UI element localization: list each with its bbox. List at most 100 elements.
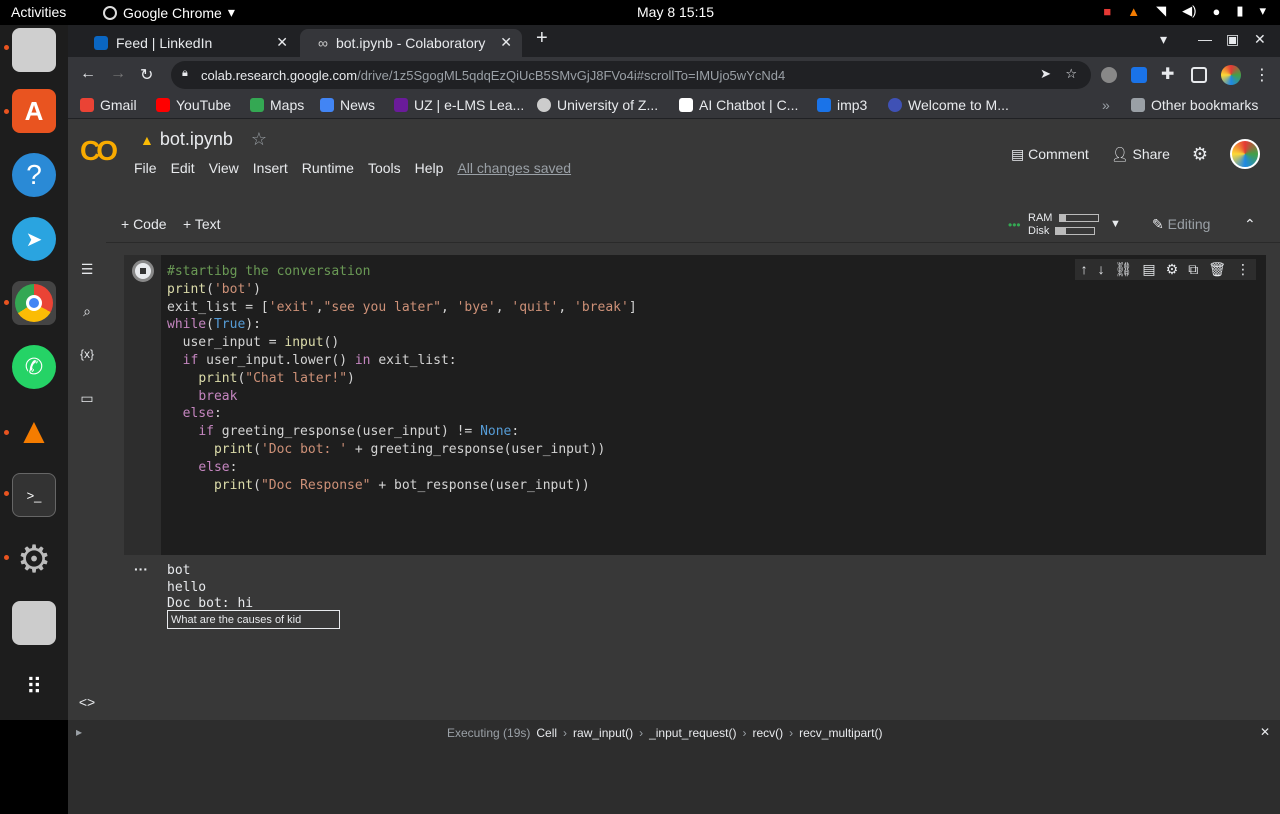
- close-window-button[interactable]: ✕: [1254, 31, 1266, 48]
- menu-edit[interactable]: Edit: [171, 160, 195, 176]
- chrome-dock-icon[interactable]: [12, 281, 56, 325]
- menu-tools[interactable]: Tools: [368, 160, 401, 176]
- folder-icon[interactable]: ▭: [78, 390, 96, 407]
- running-indicator: [4, 45, 9, 50]
- disk-bar: [1055, 227, 1096, 236]
- delete-icon[interactable]: 🗑︎: [1208, 261, 1226, 278]
- execution-status[interactable]: Executing (19s) Cell › raw_input() › _inpu…: [447, 726, 883, 740]
- resource-meter[interactable]: RAM Disk: [1028, 212, 1100, 238]
- comment-button[interactable]: ▤ Comment: [1011, 146, 1089, 163]
- mirror-cell-icon[interactable]: ⧉: [1188, 261, 1198, 278]
- comment-icon[interactable]: ▤: [1142, 261, 1155, 278]
- add-code-button[interactable]: + Code: [121, 216, 167, 232]
- minimize-button[interactable]: —: [1198, 31, 1212, 47]
- help-icon[interactable]: ?: [12, 153, 56, 197]
- lock-icon: 🔒︎: [182, 67, 188, 79]
- side-panel-icon[interactable]: [1191, 67, 1207, 83]
- drive-icon[interactable]: [12, 601, 56, 645]
- files-icon[interactable]: [12, 28, 56, 72]
- bookmark-youtube[interactable]: YouTube: [156, 97, 231, 113]
- bookmark-news[interactable]: News: [320, 97, 375, 113]
- reload-icon[interactable]: ↻: [140, 65, 153, 85]
- bookmark-star-icon[interactable]: ☆: [1065, 66, 1077, 82]
- bookmark-welcome[interactable]: Welcome to M...: [888, 97, 1009, 113]
- extension-icon[interactable]: [1101, 67, 1117, 83]
- code-cell[interactable]: #startibg the conversation print('bot') …: [124, 255, 1266, 555]
- whatsapp-icon[interactable]: ✆: [12, 345, 56, 389]
- settings-gear-icon[interactable]: ⚙: [12, 537, 56, 581]
- output-menu-icon[interactable]: ···: [134, 561, 148, 577]
- software-center-icon[interactable]: A: [12, 89, 56, 133]
- more-menu-icon[interactable]: ⋮: [1254, 65, 1270, 85]
- move-up-icon[interactable]: ↑: [1081, 261, 1088, 278]
- add-text-button[interactable]: + Text: [183, 216, 221, 232]
- link-icon[interactable]: ⛓: [1115, 261, 1133, 278]
- bookmarks-overflow-icon[interactable]: »: [1102, 97, 1110, 113]
- back-arrow-icon[interactable]: ←: [80, 65, 96, 83]
- show-apps-icon[interactable]: ⠿: [12, 665, 56, 709]
- chevron-right-icon: ›: [639, 726, 644, 740]
- menu-runtime[interactable]: Runtime: [302, 160, 354, 176]
- expand-arrow-icon[interactable]: ▸: [76, 725, 82, 739]
- address-bar[interactable]: 🔒︎ colab.research.google.com/drive/1z5Sg…: [171, 61, 1091, 89]
- bookmark-gmail[interactable]: Gmail: [80, 97, 137, 113]
- share-button[interactable]: 👤︎ Share: [1111, 146, 1170, 163]
- close-icon[interactable]: ✕: [500, 34, 512, 51]
- tab-search-icon[interactable]: ▾: [1160, 31, 1167, 48]
- clock[interactable]: May 8 15:15: [637, 4, 714, 20]
- profile-avatar[interactable]: [1221, 65, 1241, 85]
- bookmarks-bar: Gmail YouTube Maps News UZ | e-LMS Lea..…: [68, 93, 1280, 119]
- save-status[interactable]: All changes saved: [457, 160, 571, 176]
- close-icon[interactable]: ✕: [276, 34, 288, 51]
- chevron-up-icon[interactable]: ⌃: [1244, 216, 1256, 233]
- cell-actions: ↑ ↓ ⛓ ▤ ⚙ ⧉ 🗑︎ ⋮: [1074, 259, 1256, 280]
- code-snippets-icon[interactable]: <>: [78, 694, 96, 710]
- menu-file[interactable]: File: [134, 160, 157, 176]
- settings-gear-icon[interactable]: ⚙: [1192, 144, 1208, 165]
- search-icon[interactable]: ⌕: [78, 303, 96, 320]
- raw-input-field[interactable]: [167, 610, 340, 629]
- terminal-icon[interactable]: >_: [12, 473, 56, 517]
- code-editor[interactable]: #startibg the conversation print('bot') …: [167, 263, 637, 494]
- menu-insert[interactable]: Insert: [253, 160, 288, 176]
- app-menu[interactable]: Google Chrome ▾: [103, 4, 235, 21]
- bookmark-maps[interactable]: Maps: [250, 97, 304, 113]
- trace-item: _input_request(): [649, 726, 737, 740]
- tab-colab[interactable]: ∞ bot.ipynb - Colaboratory ✕: [300, 29, 522, 57]
- bookmark-uz-elms[interactable]: UZ | e-LMS Lea...: [394, 97, 524, 113]
- bookmark-imp3[interactable]: imp3: [817, 97, 867, 113]
- stop-execution-button[interactable]: [132, 260, 154, 282]
- activities-button[interactable]: Activities: [11, 4, 66, 20]
- system-tray[interactable]: ■ ▲ ◥ ◀) ● ▮ ▾: [1103, 3, 1266, 19]
- other-bookmarks[interactable]: Other bookmarks: [1131, 97, 1258, 113]
- maximize-button[interactable]: ▣: [1226, 31, 1239, 48]
- editing-mode[interactable]: ✎ Editing: [1152, 216, 1210, 233]
- menu-help[interactable]: Help: [415, 160, 444, 176]
- chevron-down-icon[interactable]: ▼: [1110, 218, 1121, 230]
- disk-label: Disk: [1028, 225, 1050, 237]
- menu-bar: File Edit View Insert Runtime Tools Help…: [134, 160, 571, 176]
- telegram-icon[interactable]: ➤: [12, 217, 56, 261]
- tab-linkedin[interactable]: Feed | LinkedIn ✕: [76, 29, 298, 57]
- menu-view[interactable]: View: [209, 160, 239, 176]
- puzzle-icon[interactable]: ✚: [1161, 64, 1177, 83]
- variables-icon[interactable]: {x}: [78, 347, 96, 361]
- extension-icon[interactable]: [1131, 67, 1147, 83]
- avatar[interactable]: [1230, 139, 1260, 169]
- bookmark-ai-chatbot[interactable]: AI Chatbot | C...: [679, 97, 798, 113]
- table-of-contents-icon[interactable]: ☰: [78, 261, 96, 278]
- colab-logo[interactable]: CO: [80, 135, 118, 167]
- notebook-name[interactable]: bot.ipynb: [160, 129, 233, 150]
- star-icon[interactable]: ☆: [251, 129, 267, 150]
- send-icon[interactable]: ➤: [1040, 66, 1051, 82]
- code-line-13: print("Doc Response" + bot_response(user…: [213, 477, 590, 493]
- vlc-icon[interactable]: ▲: [12, 409, 56, 453]
- close-icon[interactable]: ✕: [1260, 725, 1270, 739]
- new-tab-button[interactable]: +: [536, 27, 548, 50]
- forward-arrow-icon[interactable]: →: [110, 65, 126, 83]
- settings-gear-icon[interactable]: ⚙: [1166, 261, 1179, 278]
- bookmark-university[interactable]: University of Z...: [537, 97, 658, 113]
- tab-label: Feed | LinkedIn: [116, 35, 213, 51]
- more-vert-icon[interactable]: ⋮: [1236, 261, 1250, 278]
- move-down-icon[interactable]: ↓: [1098, 261, 1105, 278]
